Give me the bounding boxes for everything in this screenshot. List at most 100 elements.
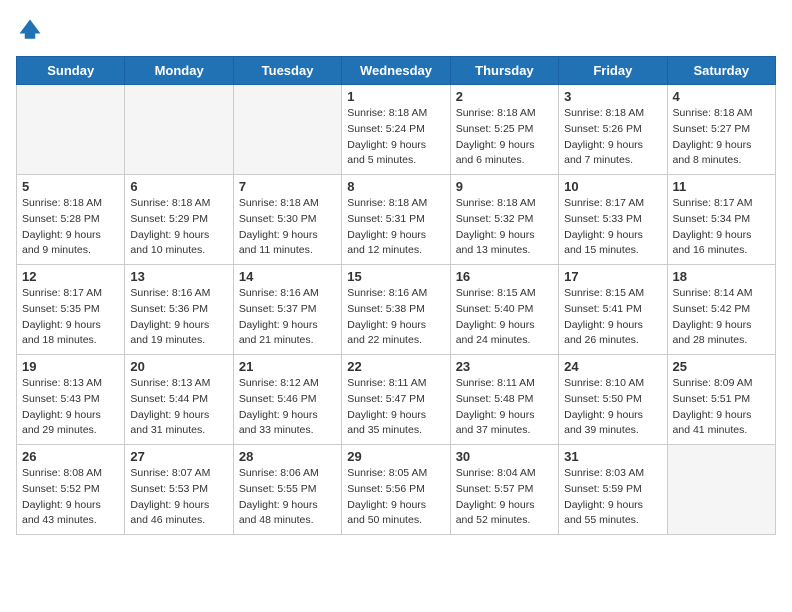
cell-info: Sunrise: 8:18 AM Sunset: 5:29 PM Dayligh… — [130, 196, 227, 259]
calendar-cell: 11 Sunrise: 8:17 AM Sunset: 5:34 PM Dayli… — [667, 175, 775, 265]
cell-info: Sunrise: 8:11 AM Sunset: 5:47 PM Dayligh… — [347, 376, 444, 439]
day-number: 19 — [22, 359, 119, 374]
calendar-cell: 3 Sunrise: 8:18 AM Sunset: 5:26 PM Daylig… — [559, 85, 667, 175]
day-number: 13 — [130, 269, 227, 284]
calendar-cell: 20Sunrise: 8:13 AM Sunset: 5:44 PM Dayli… — [125, 355, 233, 445]
calendar-cell — [17, 85, 125, 175]
day-number: 8 — [347, 179, 444, 194]
calendar-cell: 28Sunrise: 8:06 AM Sunset: 5:55 PM Dayli… — [233, 445, 341, 535]
cell-info: Sunrise: 8:04 AM Sunset: 5:57 PM Dayligh… — [456, 466, 553, 529]
calendar-cell: 30 Sunrise: 8:04 AM Sunset: 5:57 PM Dayli… — [450, 445, 558, 535]
cell-info: Sunrise: 8:07 AM Sunset: 5:53 PM Dayligh… — [130, 466, 227, 529]
cell-info: Sunrise: 8:17 AM Sunset: 5:34 PM Dayligh… — [673, 196, 770, 259]
day-number: 9 — [456, 179, 553, 194]
calendar-cell: 15 Sunrise: 8:16 AM Sunset: 5:38 PM Dayli… — [342, 265, 450, 355]
day-header-sunday: Sunday — [17, 57, 125, 85]
cell-info: Sunrise: 8:16 AM Sunset: 5:37 PM Dayligh… — [239, 286, 336, 349]
calendar-cell — [233, 85, 341, 175]
cell-info: Sunrise: 8:15 AM Sunset: 5:41 PM Dayligh… — [564, 286, 661, 349]
day-header-thursday: Thursday — [450, 57, 558, 85]
day-number: 7 — [239, 179, 336, 194]
calendar-cell: 18 Sunrise: 8:14 AM Sunset: 5:42 PM Dayli… — [667, 265, 775, 355]
day-number: 23 — [456, 359, 553, 374]
day-number: 20 — [130, 359, 227, 374]
calendar-cell: 6 Sunrise: 8:18 AM Sunset: 5:29 PM Daylig… — [125, 175, 233, 265]
calendar-cell: 10 Sunrise: 8:17 AM Sunset: 5:33 PM Dayli… — [559, 175, 667, 265]
day-number: 6 — [130, 179, 227, 194]
header — [16, 16, 776, 44]
day-headers-row: SundayMondayTuesdayWednesdayThursdayFrid… — [17, 57, 776, 85]
day-number: 24 — [564, 359, 661, 374]
day-number: 4 — [673, 89, 770, 104]
calendar-cell: 5 Sunrise: 8:18 AM Sunset: 5:28 PM Daylig… — [17, 175, 125, 265]
day-number: 15 — [347, 269, 444, 284]
day-header-monday: Monday — [125, 57, 233, 85]
calendar-cell: 16Sunrise: 8:15 AM Sunset: 5:40 PM Dayli… — [450, 265, 558, 355]
day-number: 16 — [456, 269, 553, 284]
cell-info: Sunrise: 8:18 AM Sunset: 5:31 PM Dayligh… — [347, 196, 444, 259]
calendar-cell: 4 Sunrise: 8:18 AM Sunset: 5:27 PM Daylig… — [667, 85, 775, 175]
calendar-cell: 29Sunrise: 8:05 AM Sunset: 5:56 PM Dayli… — [342, 445, 450, 535]
week-row-2: 5 Sunrise: 8:18 AM Sunset: 5:28 PM Daylig… — [17, 175, 776, 265]
calendar: SundayMondayTuesdayWednesdayThursdayFrid… — [16, 56, 776, 535]
cell-info: Sunrise: 8:09 AM Sunset: 5:51 PM Dayligh… — [673, 376, 770, 439]
cell-info: Sunrise: 8:08 AM Sunset: 5:52 PM Dayligh… — [22, 466, 119, 529]
day-number: 27 — [130, 449, 227, 464]
day-number: 21 — [239, 359, 336, 374]
day-number: 31 — [564, 449, 661, 464]
calendar-cell: 14Sunrise: 8:16 AM Sunset: 5:37 PM Dayli… — [233, 265, 341, 355]
cell-info: Sunrise: 8:18 AM Sunset: 5:32 PM Dayligh… — [456, 196, 553, 259]
cell-info: Sunrise: 8:18 AM Sunset: 5:28 PM Dayligh… — [22, 196, 119, 259]
cell-info: Sunrise: 8:18 AM Sunset: 5:27 PM Dayligh… — [673, 106, 770, 169]
calendar-cell: 7 Sunrise: 8:18 AM Sunset: 5:30 PM Daylig… — [233, 175, 341, 265]
cell-info: Sunrise: 8:16 AM Sunset: 5:36 PM Dayligh… — [130, 286, 227, 349]
cell-info: Sunrise: 8:12 AM Sunset: 5:46 PM Dayligh… — [239, 376, 336, 439]
calendar-cell: 26 Sunrise: 8:08 AM Sunset: 5:52 PM Dayli… — [17, 445, 125, 535]
day-header-friday: Friday — [559, 57, 667, 85]
calendar-cell: 19Sunrise: 8:13 AM Sunset: 5:43 PM Dayli… — [17, 355, 125, 445]
calendar-cell — [125, 85, 233, 175]
week-row-1: 1Sunrise: 8:18 AM Sunset: 5:24 PM Daylig… — [17, 85, 776, 175]
calendar-cell: 31 Sunrise: 8:03 AM Sunset: 5:59 PM Dayli… — [559, 445, 667, 535]
cell-info: Sunrise: 8:18 AM Sunset: 5:25 PM Dayligh… — [456, 106, 553, 169]
day-number: 10 — [564, 179, 661, 194]
day-number: 11 — [673, 179, 770, 194]
day-number: 12 — [22, 269, 119, 284]
cell-info: Sunrise: 8:10 AM Sunset: 5:50 PM Dayligh… — [564, 376, 661, 439]
cell-info: Sunrise: 8:18 AM Sunset: 5:30 PM Dayligh… — [239, 196, 336, 259]
week-row-3: 12 Sunrise: 8:17 AM Sunset: 5:35 PM Dayli… — [17, 265, 776, 355]
cell-info: Sunrise: 8:06 AM Sunset: 5:55 PM Dayligh… — [239, 466, 336, 529]
calendar-cell: 27 Sunrise: 8:07 AM Sunset: 5:53 PM Dayli… — [125, 445, 233, 535]
calendar-cell: 12 Sunrise: 8:17 AM Sunset: 5:35 PM Dayli… — [17, 265, 125, 355]
cell-info: Sunrise: 8:14 AM Sunset: 5:42 PM Dayligh… — [673, 286, 770, 349]
day-number: 17 — [564, 269, 661, 284]
day-header-wednesday: Wednesday — [342, 57, 450, 85]
calendar-cell: 21 Sunrise: 8:12 AM Sunset: 5:46 PM Dayli… — [233, 355, 341, 445]
cell-info: Sunrise: 8:03 AM Sunset: 5:59 PM Dayligh… — [564, 466, 661, 529]
day-number: 3 — [564, 89, 661, 104]
day-number: 29 — [347, 449, 444, 464]
day-number: 26 — [22, 449, 119, 464]
cell-info: Sunrise: 8:16 AM Sunset: 5:38 PM Dayligh… — [347, 286, 444, 349]
calendar-cell: 25 Sunrise: 8:09 AM Sunset: 5:51 PM Dayli… — [667, 355, 775, 445]
day-number: 18 — [673, 269, 770, 284]
calendar-cell: 13 Sunrise: 8:16 AM Sunset: 5:36 PM Dayli… — [125, 265, 233, 355]
day-number: 30 — [456, 449, 553, 464]
day-header-saturday: Saturday — [667, 57, 775, 85]
day-number: 22 — [347, 359, 444, 374]
calendar-cell: 8 Sunrise: 8:18 AM Sunset: 5:31 PM Daylig… — [342, 175, 450, 265]
calendar-cell: 24 Sunrise: 8:10 AM Sunset: 5:50 PM Dayli… — [559, 355, 667, 445]
logo-icon — [16, 16, 44, 44]
cell-info: Sunrise: 8:18 AM Sunset: 5:24 PM Dayligh… — [347, 106, 444, 169]
day-header-tuesday: Tuesday — [233, 57, 341, 85]
logo — [16, 16, 48, 44]
calendar-cell: 22 Sunrise: 8:11 AM Sunset: 5:47 PM Dayli… — [342, 355, 450, 445]
calendar-cell: 17 Sunrise: 8:15 AM Sunset: 5:41 PM Dayli… — [559, 265, 667, 355]
day-number: 5 — [22, 179, 119, 194]
cell-info: Sunrise: 8:11 AM Sunset: 5:48 PM Dayligh… — [456, 376, 553, 439]
cell-info: Sunrise: 8:17 AM Sunset: 5:33 PM Dayligh… — [564, 196, 661, 259]
day-number: 25 — [673, 359, 770, 374]
cell-info: Sunrise: 8:17 AM Sunset: 5:35 PM Dayligh… — [22, 286, 119, 349]
cell-info: Sunrise: 8:18 AM Sunset: 5:26 PM Dayligh… — [564, 106, 661, 169]
calendar-cell — [667, 445, 775, 535]
